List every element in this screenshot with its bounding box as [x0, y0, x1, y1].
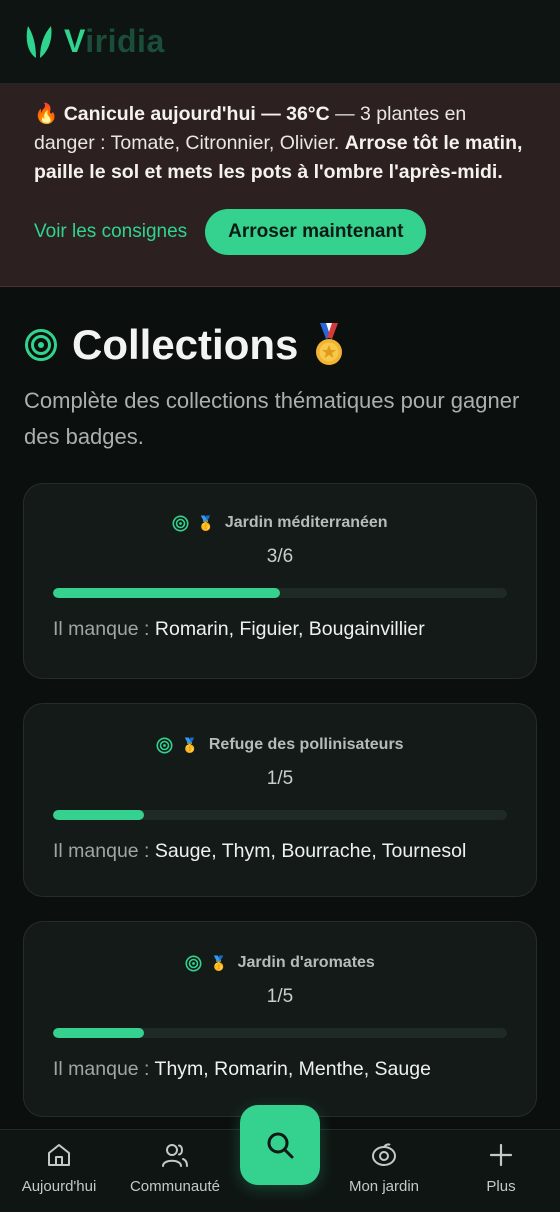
nav-label: Communauté — [129, 1178, 221, 1195]
target-icon — [172, 515, 189, 531]
heat-alert-banner: 🔥 Canicule aujourd'hui — 36°C — 3 plante… — [0, 84, 560, 287]
collection-card[interactable]: 🥇 Jardin méditerranéen 3/6 Il manque : R… — [23, 483, 537, 679]
fire-icon: 🔥 — [34, 103, 59, 125]
collection-count: 3/6 — [266, 546, 294, 567]
nav-label: Aujourd'hui — [21, 1178, 97, 1195]
missing-plants: Il manque : Thym, Romarin, Menthe, Sauge — [53, 1058, 431, 1080]
medal-icon: 🥇 — [181, 736, 199, 753]
medal-icon — [316, 323, 343, 365]
collection-name: Refuge des pollinisateurs — [208, 736, 404, 753]
leaf-logo-icon — [26, 25, 52, 58]
progress-bar — [53, 1028, 507, 1038]
search-icon — [267, 1132, 294, 1159]
target-icon — [156, 737, 173, 753]
nav-label: Mon jardin — [348, 1178, 420, 1195]
progress-bar — [53, 810, 507, 820]
plus-icon — [489, 1143, 513, 1167]
collections-section: Collections Complète des collections thé… — [0, 287, 560, 455]
nav-item-more[interactable]: Plus — [445, 1142, 557, 1195]
nav-item-my-garden[interactable]: Mon jardin — [328, 1142, 440, 1195]
alert-headline: Canicule aujourd'hui — 36°C — [63, 103, 330, 125]
collection-name: Jardin méditerranéen — [224, 514, 388, 531]
collection-card[interactable]: 🥇 Refuge des pollinisateurs 1/5 Il manqu… — [23, 703, 537, 897]
target-icon — [185, 955, 202, 971]
nav-item-today[interactable]: Aujourd'hui — [3, 1142, 115, 1195]
nav-label: Plus — [486, 1178, 516, 1195]
progress-fill — [53, 1028, 144, 1038]
collection-count: 1/5 — [266, 986, 294, 1007]
search-button[interactable] — [240, 1105, 320, 1185]
missing-plants: Il manque : Romarin, Figuier, Bougainvil… — [53, 618, 425, 640]
nav-item-community[interactable]: Communauté — [119, 1142, 231, 1195]
target-icon — [25, 329, 57, 361]
water-now-button[interactable]: Arroser maintenant — [205, 209, 427, 255]
bottom-navigation: Aujourd'hui Communauté Mon jardin Plus — [0, 1105, 560, 1212]
collection-header: 🥇 Refuge des pollinisateurs — [24, 736, 536, 754]
progress-fill — [53, 810, 144, 820]
medal-icon: 🥇 — [210, 954, 228, 971]
missing-plants: Il manque : Sauge, Thym, Bourrache, Tour… — [53, 840, 467, 862]
progress-bar — [53, 588, 507, 598]
progress-fill — [53, 588, 280, 598]
alert-message: 🔥 Canicule aujourd'hui — 36°C — 3 plante… — [34, 100, 532, 187]
view-guidelines-link[interactable]: Voir les consignes — [34, 221, 187, 243]
users-icon — [162, 1144, 188, 1167]
app-logo-text[interactable]: Viridia — [64, 23, 165, 60]
home-icon — [48, 1144, 70, 1166]
medal-icon: 🥇 — [197, 514, 215, 531]
page-title: Collections — [72, 321, 299, 368]
collection-header: 🥇 Jardin méditerranéen — [24, 514, 536, 532]
garden-icon — [372, 1143, 396, 1166]
collection-card[interactable]: 🥇 Jardin d'aromates 1/5 Il manque : Thym… — [23, 921, 537, 1117]
page-subtitle: Complète des collections thématiques pou… — [24, 388, 520, 449]
app-header: Viridia — [0, 0, 560, 84]
collection-header: 🥇 Jardin d'aromates — [24, 954, 536, 972]
collection-name: Jardin d'aromates — [237, 954, 375, 971]
collection-count: 1/5 — [266, 768, 294, 789]
